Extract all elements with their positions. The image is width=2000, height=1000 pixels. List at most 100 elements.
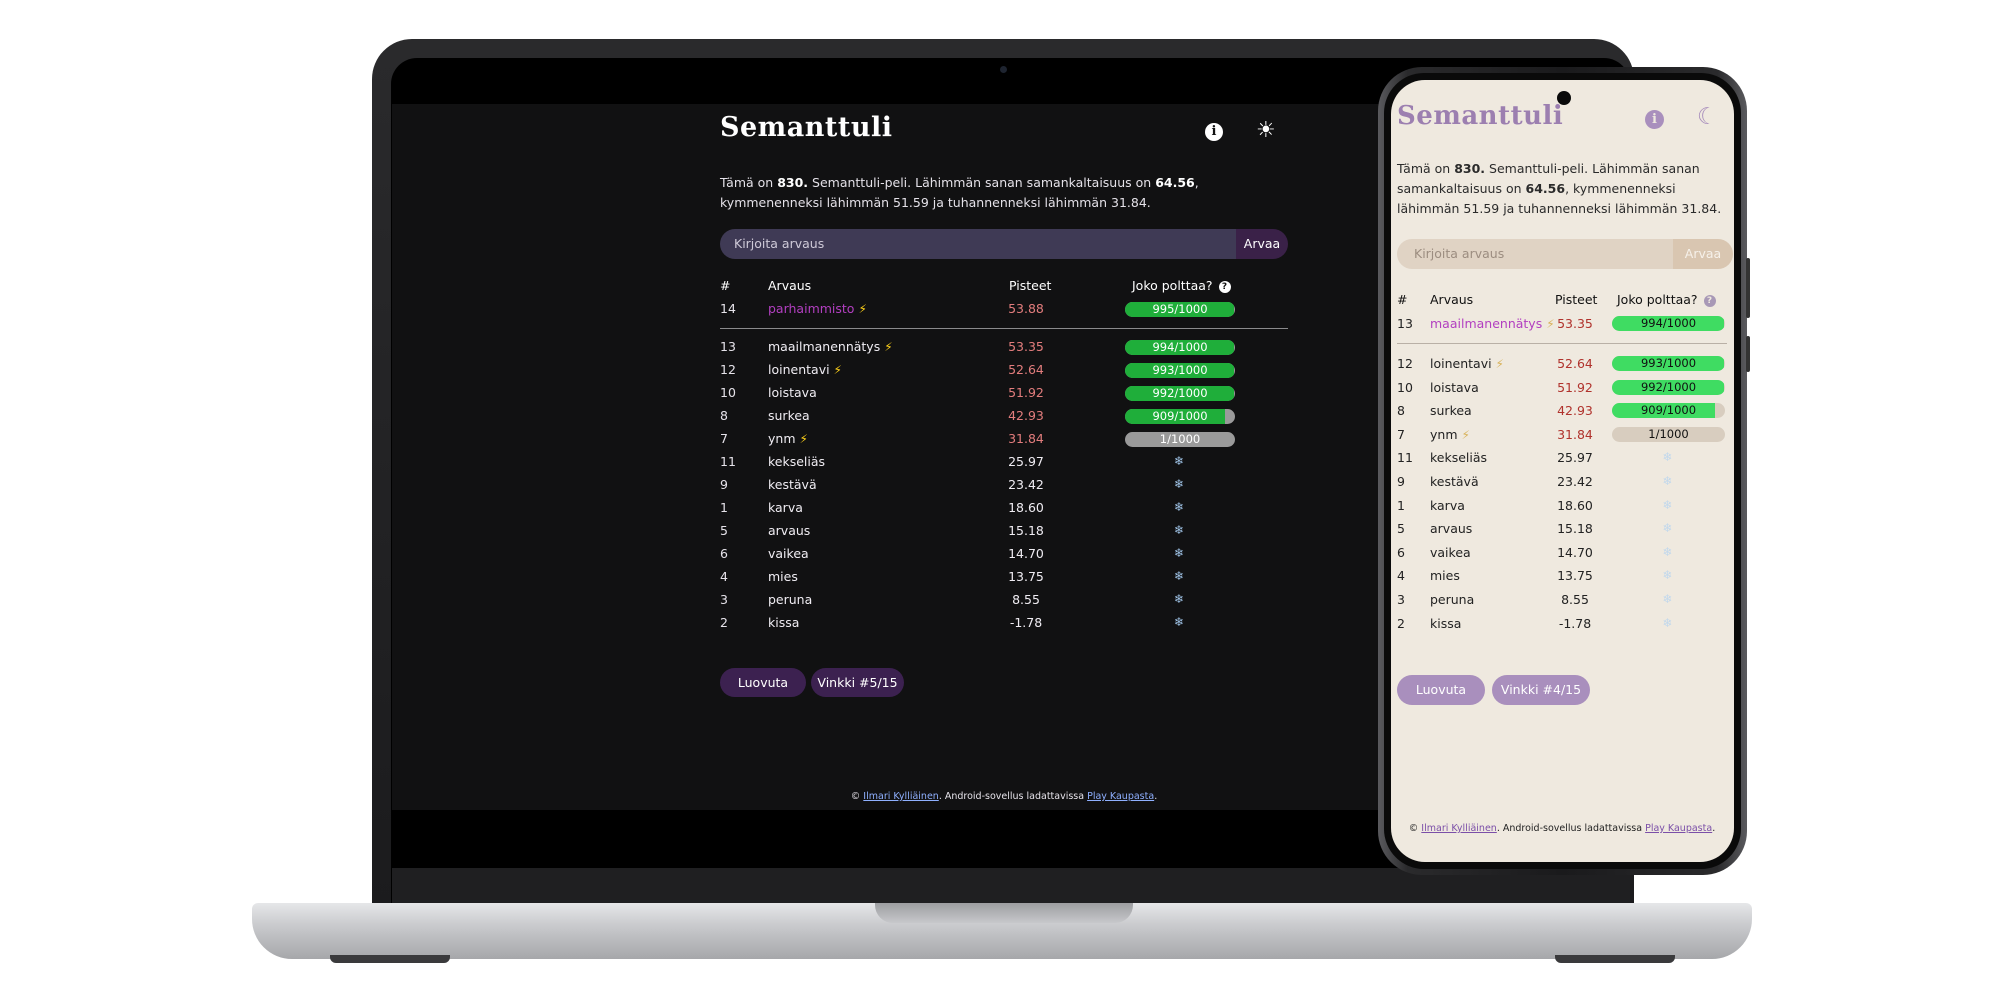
snowflake-icon: ❄ [1662,450,1673,465]
phone-col-word: Arvaus [1430,292,1474,307]
proximity-bar: 993/1000 [1125,363,1235,378]
proximity-rank: 994/1000 [1640,316,1697,330]
guess-number: 4 [1397,568,1405,584]
guess-word: vaikea [1430,544,1471,560]
phone-col-score: Pisteet [1555,292,1598,307]
guess-number: 11 [720,454,736,469]
guess-word: mies [1430,568,1460,584]
proximity-rank: 909/1000 [1152,409,1208,423]
proximity-rank: 1/1000 [1159,432,1201,446]
proximity-rank: 992/1000 [1152,386,1208,400]
guess-score: 53.35 [1557,316,1593,331]
guess-number: 5 [720,523,728,538]
guess-word: peruna [768,592,813,607]
proximity-bar: 992/1000 [1612,379,1725,395]
guess-number: 10 [1397,379,1413,395]
proximity-rank: 993/1000 [1640,356,1697,370]
phone-hint-button[interactable]: Vinkki #4/15 [1492,675,1590,705]
guess-word: vaikea [768,546,809,561]
guess-number: 9 [1397,474,1405,489]
guess-number: 5 [1397,521,1405,537]
proximity-bar: 993/1000 [1612,356,1725,371]
guess-score: 23.42 [1008,477,1044,492]
help-icon[interactable]: ? [1703,295,1716,307]
guess-word: kissa [1430,615,1462,631]
proximity-rank: 992/1000 [1640,379,1697,394]
guess-number: 1 [1397,497,1405,513]
bolt-icon: ⚡ [799,432,808,446]
info-icon[interactable]: i [1205,123,1223,141]
bolt-icon: ⚡ [858,302,867,316]
play-store-link[interactable]: Play Kaupasta [1645,823,1712,834]
guess-word: loistava [1430,379,1479,395]
bolt-icon: ⚡ [1461,427,1470,442]
laptop-foot-right [1555,955,1675,963]
guess-word: mies [768,569,798,584]
laptop-app-title: Semanttuli [720,112,893,143]
laptop-guess-button[interactable]: Arvaa [1236,229,1288,259]
guess-word: loinentavi ⚡ [1430,356,1504,371]
snowflake-icon: ❄ [1662,615,1673,630]
snowflake-icon: ❄ [1174,615,1185,629]
guess-number: 6 [1397,544,1405,560]
phone-give-up-button[interactable]: Luovuta [1397,675,1485,705]
laptop-separator [720,328,1288,329]
author-link[interactable]: Ilmari Kylliäinen [1421,823,1497,834]
snowflake-icon: ❄ [1174,592,1185,606]
laptop-col-num: # [720,278,731,293]
phone-camera [1557,91,1571,105]
bolt-icon: ⚡ [884,340,893,354]
phone-footer: © Ilmari Kylliäinen. Android-sovellus la… [1408,823,1716,834]
guess-word: arvaus [768,523,811,538]
guess-word: kestävä [768,477,817,492]
sun-icon[interactable]: ☀ [1256,120,1276,142]
proximity-bar: 992/1000 [1125,386,1235,401]
snowflake-icon: ❄ [1174,569,1185,583]
guess-word: surkea [1430,403,1472,419]
guess-score: 53.35 [1008,339,1044,354]
guess-word: maailmanennätys ⚡ [768,339,893,354]
guess-word: ynm ⚡ [1430,426,1470,442]
guess-score: 52.64 [1008,362,1044,377]
moon-icon[interactable]: ☾ [1697,106,1718,129]
proximity-bar: 909/1000 [1612,403,1725,419]
phone-side-button [1746,258,1750,318]
proximity-bar: 994/1000 [1612,316,1725,331]
snowflake-icon: ❄ [1662,521,1673,536]
author-link[interactable]: Ilmari Kylliäinen [863,791,939,802]
laptop-guess-input[interactable]: Kirjoita arvaus [720,229,1236,259]
guess-word: loinentavi ⚡ [768,362,842,377]
guess-number: 13 [1397,316,1413,331]
info-icon[interactable]: i [1645,110,1664,129]
laptop-intro-text: Tämä on 830. Semanttuli-peli. Lähimmän s… [720,175,1199,210]
phone-guess-button[interactable]: Arvaa [1673,239,1733,269]
guess-score: 25.97 [1557,450,1593,466]
guess-word: maailmanennätys ⚡ [1430,316,1555,331]
guess-score: 15.18 [1008,523,1044,538]
phone-col-hot: Joko polttaa? ? [1617,292,1716,307]
guess-score: 42.93 [1008,408,1044,423]
proximity-bar: 994/1000 [1125,340,1235,355]
guess-word: surkea [768,408,810,423]
phone-guess-input[interactable]: Kirjoita arvaus [1397,239,1673,269]
snowflake-icon: ❄ [1662,568,1673,583]
guess-word: kekseliäs [1430,450,1488,466]
laptop-foot-left [330,955,450,963]
phone-separator [1397,343,1727,344]
help-icon[interactable]: ? [1218,281,1231,293]
guess-number: 6 [720,546,728,561]
guess-number: 11 [1397,450,1413,466]
laptop-give-up-button[interactable]: Luovuta [720,668,806,697]
laptop-base-notch [875,903,1133,923]
laptop-hint-button[interactable]: Vinkki #5/15 [811,668,904,697]
guess-score: 8.55 [1561,592,1589,607]
guess-word: karva [768,500,803,515]
proximity-rank: 994/1000 [1152,340,1208,354]
guess-number: 3 [1397,592,1405,607]
snowflake-icon: ❄ [1174,546,1185,560]
guess-score: 31.84 [1008,431,1044,446]
snowflake-icon: ❄ [1662,497,1673,512]
phone-app-title: Semanttuli [1397,101,1564,131]
guess-number: 3 [720,592,728,607]
play-store-link[interactable]: Play Kaupasta [1087,791,1154,802]
